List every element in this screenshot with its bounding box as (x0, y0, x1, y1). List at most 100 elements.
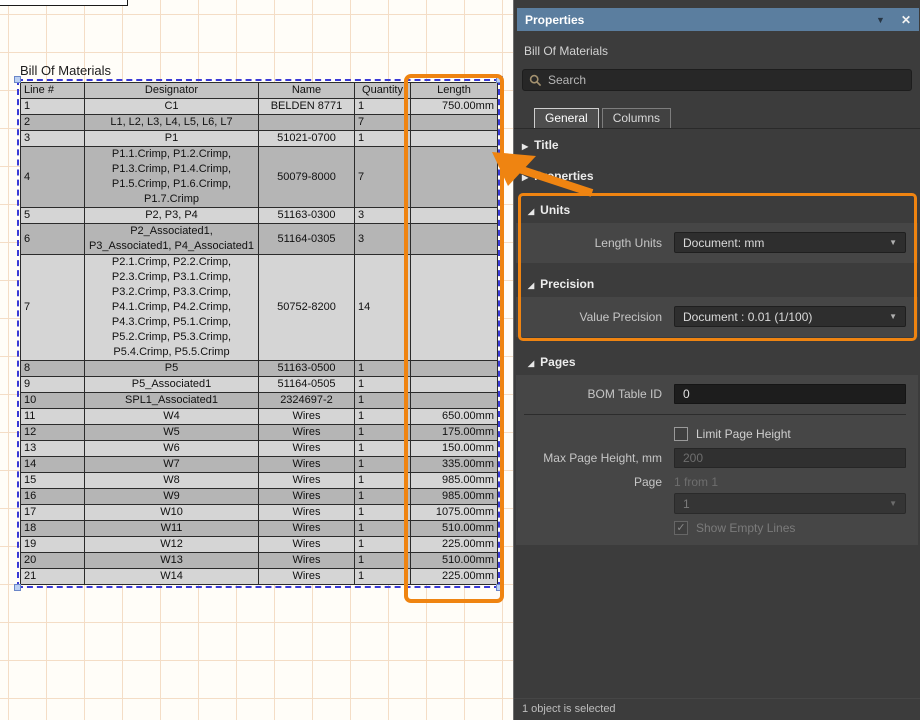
bom-cell[interactable]: 150.00mm (411, 441, 498, 457)
length-units-dropdown[interactable]: Document: mm ▼ (674, 232, 906, 253)
bom-cell[interactable]: 225.00mm (411, 537, 498, 553)
bom-cell[interactable]: 51164-0505 (259, 377, 355, 393)
bom-cell[interactable]: 4 (21, 147, 85, 208)
bom-cell[interactable]: P5 (85, 361, 259, 377)
bom-cell[interactable]: BELDEN 8771 (259, 99, 355, 115)
bom-cell[interactable] (411, 393, 498, 409)
bom-cell[interactable]: 175.00mm (411, 425, 498, 441)
bom-cell[interactable]: W12 (85, 537, 259, 553)
bom-cell[interactable] (411, 131, 498, 147)
bom-cell[interactable]: 7 (355, 147, 411, 208)
selection-handle-bottom-left[interactable] (14, 584, 21, 591)
bom-cell[interactable]: W10 (85, 505, 259, 521)
table-row[interactable]: 9P5_Associated151164-05051 (21, 377, 498, 393)
bom-cell[interactable]: 8 (21, 361, 85, 377)
selection-handle-bottom-right[interactable] (496, 584, 503, 591)
table-row[interactable]: 16W9Wires1985.00mm (21, 489, 498, 505)
bom-cell[interactable]: Wires (259, 489, 355, 505)
table-row[interactable]: 21W14Wires1225.00mm (21, 569, 498, 585)
table-row[interactable]: 11W4Wires1650.00mm (21, 409, 498, 425)
bom-cell[interactable]: 12 (21, 425, 85, 441)
bom-cell[interactable]: Wires (259, 521, 355, 537)
search-input[interactable] (548, 73, 905, 87)
bom-cell[interactable]: 985.00mm (411, 473, 498, 489)
panel-collapse-icon[interactable]: ▼ (876, 15, 885, 25)
tab-columns[interactable]: Columns (602, 108, 671, 128)
bom-cell[interactable]: C1 (85, 99, 259, 115)
bom-cell[interactable] (411, 115, 498, 131)
bom-cell[interactable]: 1 (355, 409, 411, 425)
bom-cell[interactable]: 3 (355, 224, 411, 255)
table-row[interactable]: 7P2.1.Crimp, P2.2.Crimp, P2.3.Crimp, P3.… (21, 255, 498, 361)
bom-column-header[interactable]: Quantity (355, 83, 411, 99)
bom-header-row[interactable]: Line #DesignatorNameQuantityLength (21, 83, 498, 99)
bom-cell[interactable]: 6 (21, 224, 85, 255)
bom-cell[interactable]: 1 (355, 377, 411, 393)
limit-page-height-checkbox[interactable] (674, 427, 688, 441)
bom-table[interactable]: Line #DesignatorNameQuantityLength 1 C1BE… (20, 82, 497, 585)
bom-cell[interactable]: W13 (85, 553, 259, 569)
bom-cell[interactable] (411, 255, 498, 361)
value-precision-dropdown[interactable]: Document : 0.01 (1/100) ▼ (674, 306, 906, 327)
bom-cell[interactable]: 16 (21, 489, 85, 505)
bom-cell[interactable]: 51021-0700 (259, 131, 355, 147)
bom-cell[interactable]: Wires (259, 409, 355, 425)
bom-cell[interactable]: 1 (355, 521, 411, 537)
bom-cell[interactable]: 50079-8000 (259, 147, 355, 208)
table-row[interactable]: 18W11Wires1510.00mm (21, 521, 498, 537)
bom-cell[interactable]: Wires (259, 537, 355, 553)
bom-cell[interactable]: 13 (21, 441, 85, 457)
bom-cell[interactable]: 9 (21, 377, 85, 393)
bom-cell[interactable]: Wires (259, 473, 355, 489)
bom-cell[interactable]: 17 (21, 505, 85, 521)
bom-cell[interactable]: 20 (21, 553, 85, 569)
bom-cell[interactable]: 1 (355, 489, 411, 505)
section-pages[interactable]: ◢Pages (514, 337, 920, 375)
bom-cell[interactable]: P1 (85, 131, 259, 147)
table-row[interactable]: 10SPL1_Associated12324697-21 (21, 393, 498, 409)
bom-cell[interactable]: W11 (85, 521, 259, 537)
bom-cell[interactable]: 1075.00mm (411, 505, 498, 521)
bom-cell[interactable]: 7 (21, 255, 85, 361)
bom-cell[interactable]: 1 (355, 457, 411, 473)
selection-handle-top-left[interactable] (14, 76, 21, 83)
table-row[interactable]: 3P151021-07001 (21, 131, 498, 147)
bom-cell[interactable]: 1 (355, 425, 411, 441)
bom-cell[interactable]: Wires (259, 569, 355, 585)
bom-cell[interactable]: 51163-0500 (259, 361, 355, 377)
bom-cell[interactable]: 1 (355, 99, 411, 115)
selection-handle-top-right[interactable] (496, 76, 503, 83)
bom-cell[interactable]: 19 (21, 537, 85, 553)
bom-cell[interactable]: 14 (355, 255, 411, 361)
bom-cell[interactable] (411, 224, 498, 255)
bom-cell[interactable]: 225.00mm (411, 569, 498, 585)
bom-cell[interactable]: 2 (21, 115, 85, 131)
close-icon[interactable]: ✕ (901, 13, 911, 27)
bom-cell[interactable] (259, 115, 355, 131)
table-row[interactable]: 1C1BELDEN 87711750.00mm (21, 99, 498, 115)
bom-cell[interactable]: 1 (355, 553, 411, 569)
bom-cell[interactable]: P2_Associated1, P3_Associated1, P4_Assoc… (85, 224, 259, 255)
bom-cell[interactable]: 50752-8200 (259, 255, 355, 361)
bom-cell[interactable]: L1, L2, L3, L4, L5, L6, L7 (85, 115, 259, 131)
bom-cell[interactable]: P1.1.Crimp, P1.2.Crimp, P1.3.Crimp, P1.4… (85, 147, 259, 208)
bom-cell[interactable]: 1 (355, 361, 411, 377)
panel-titlebar[interactable]: Properties ▼ ✕ (517, 8, 919, 31)
section-title[interactable]: ▶Title (514, 129, 920, 160)
tab-general[interactable]: General (534, 108, 599, 128)
bom-cell[interactable] (411, 208, 498, 224)
section-properties[interactable]: ▶Properties (514, 160, 920, 191)
bom-cell[interactable]: 21 (21, 569, 85, 585)
table-row[interactable]: 2L1, L2, L3, L4, L5, L6, L77 (21, 115, 498, 131)
bom-cell[interactable]: 1 (355, 393, 411, 409)
table-row[interactable]: 12W5Wires1175.00mm (21, 425, 498, 441)
bom-cell[interactable]: Wires (259, 425, 355, 441)
section-units[interactable]: ◢Units (514, 193, 920, 223)
bom-cell[interactable] (411, 377, 498, 393)
bom-cell[interactable]: P5_Associated1 (85, 377, 259, 393)
bom-cell[interactable]: P2, P3, P4 (85, 208, 259, 224)
bom-cell[interactable]: 1 (355, 473, 411, 489)
bom-cell[interactable]: 15 (21, 473, 85, 489)
bom-cell[interactable]: 1 (355, 505, 411, 521)
bom-cell[interactable]: 14 (21, 457, 85, 473)
